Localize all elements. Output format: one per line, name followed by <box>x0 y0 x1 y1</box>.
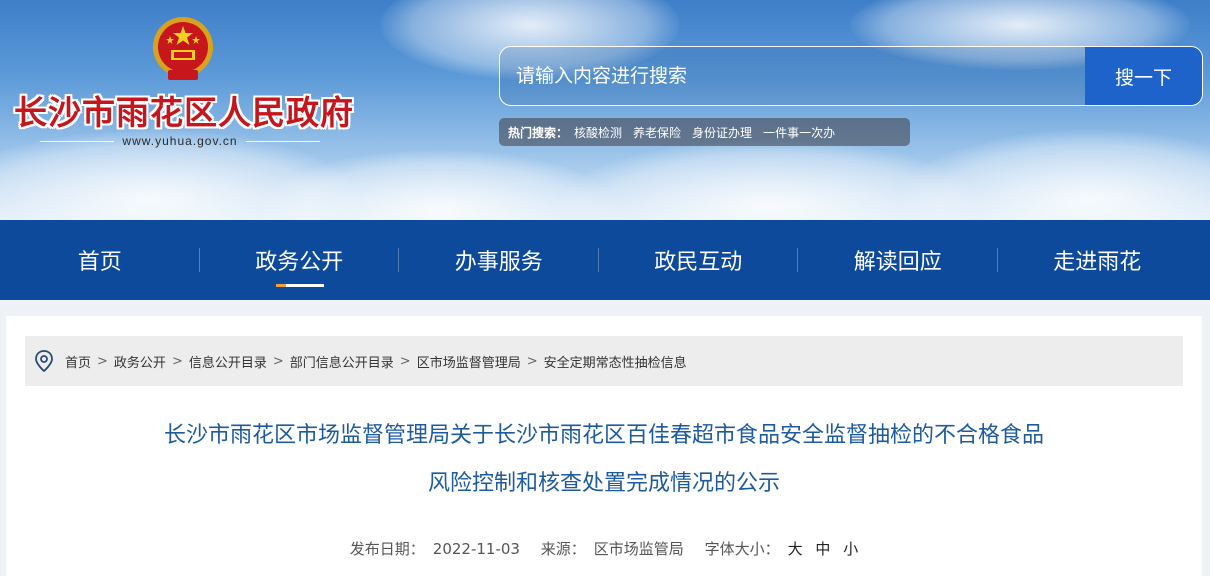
site-header: 长沙市雨花区人民政府 www.yuhua.gov.cn 搜一下 热门搜索： 核酸… <box>0 0 1210 220</box>
source-label: 来源： <box>540 540 586 558</box>
main-nav: 首页 政务公开 办事服务 政民互动 解读回应 走进雨花 <box>0 220 1210 300</box>
hot-search-item[interactable]: 一件事一次办 <box>763 124 835 141</box>
font-size-control: 字体大小： 大 中 小 <box>701 540 863 558</box>
article-title: 长沙市雨花区市场监督管理局关于长沙市雨花区百佳春超市食品安全监督抽检的不合格食品… <box>6 412 1202 508</box>
nav-item-interpretation[interactable]: 解读回应 <box>798 220 998 300</box>
site-url-row: www.yuhua.gov.cn <box>40 132 321 150</box>
nav-item-label: 政务公开 <box>255 250 344 275</box>
breadcrumb-item-current[interactable]: 安全定期常态性抽检信息 <box>544 352 687 371</box>
article-title-line: 长沙市雨花区市场监督管理局关于长沙市雨花区百佳春超市食品安全监督抽检的不合格食品 <box>163 423 1044 448</box>
breadcrumb-separator: > <box>399 353 411 369</box>
publish-date-value: 2022-11-03 <box>432 540 520 558</box>
hot-search-bar: 热门搜索： 核酸检测 养老保险 身份证办理 一件事一次办 <box>499 118 910 146</box>
location-pin-icon <box>35 350 53 372</box>
nav-item-label: 解读回应 <box>853 250 942 275</box>
breadcrumb-item[interactable]: 部门信息公开目录 <box>290 352 394 371</box>
breadcrumb-item[interactable]: 区市场监督管理局 <box>417 352 521 371</box>
nav-item-home[interactable]: 首页 <box>0 220 200 300</box>
font-size-large[interactable]: 大 <box>788 540 803 558</box>
font-size-small[interactable]: 小 <box>843 540 858 558</box>
nav-item-about-yuhua[interactable]: 走进雨花 <box>998 220 1198 300</box>
nav-active-indicator <box>275 284 324 287</box>
article-title-line: 风险控制和核查处置完成情况的公示 <box>427 471 780 496</box>
breadcrumb-item[interactable]: 信息公开目录 <box>189 352 267 371</box>
hot-search-item[interactable]: 养老保险 <box>633 124 681 141</box>
nav-item-interaction[interactable]: 政民互动 <box>599 220 798 300</box>
national-emblem-icon <box>153 17 213 80</box>
search-button[interactable]: 搜一下 <box>1085 47 1202 105</box>
divider <box>40 140 115 142</box>
font-size-label: 字体大小： <box>704 540 780 558</box>
site-title[interactable]: 长沙市雨花区人民政府 <box>14 86 354 134</box>
breadcrumb-item[interactable]: 首页 <box>65 352 91 371</box>
article-meta: 发布日期： 2022-11-03 来源： 区市场监管局 字体大小： 大 中 小 <box>6 538 1202 559</box>
breadcrumb-separator: > <box>272 353 284 369</box>
nav-item-services[interactable]: 办事服务 <box>399 220 599 300</box>
nav-item-government-affairs[interactable]: 政务公开 <box>200 220 399 300</box>
hot-search-item[interactable]: 身份证办理 <box>692 124 752 141</box>
nav-item-label: 走进雨花 <box>1053 250 1142 275</box>
search-box: 搜一下 <box>499 46 1203 106</box>
breadcrumb-separator: > <box>97 353 108 369</box>
content-panel: 首页 > 政务公开 > 信息公开目录 > 部门信息公开目录 > 区市场监督管理局… <box>6 316 1202 576</box>
hot-search-label: 热门搜索： <box>508 125 569 140</box>
nav-item-label: 政民互动 <box>654 250 743 275</box>
source-value: 区市场监管局 <box>593 540 684 558</box>
font-size-medium[interactable]: 中 <box>815 540 830 558</box>
nav-item-label: 办事服务 <box>454 250 543 275</box>
source: 来源： 区市场监管局 <box>537 540 688 558</box>
publish-date-label: 发布日期： <box>349 540 425 558</box>
breadcrumb: 首页 > 政务公开 > 信息公开目录 > 部门信息公开目录 > 区市场监督管理局… <box>25 336 1183 386</box>
hot-search-item[interactable]: 核酸检测 <box>574 124 622 141</box>
breadcrumb-item[interactable]: 政务公开 <box>114 352 166 371</box>
nav-item-label: 首页 <box>77 250 122 275</box>
breadcrumb-separator: > <box>171 353 183 369</box>
breadcrumb-separator: > <box>526 353 538 369</box>
search-input[interactable] <box>500 47 1086 105</box>
publish-date: 发布日期： 2022-11-03 <box>346 540 524 558</box>
divider <box>245 140 321 142</box>
cloud-decoration <box>900 130 1210 220</box>
site-url: www.yuhua.gov.cn <box>122 134 238 148</box>
